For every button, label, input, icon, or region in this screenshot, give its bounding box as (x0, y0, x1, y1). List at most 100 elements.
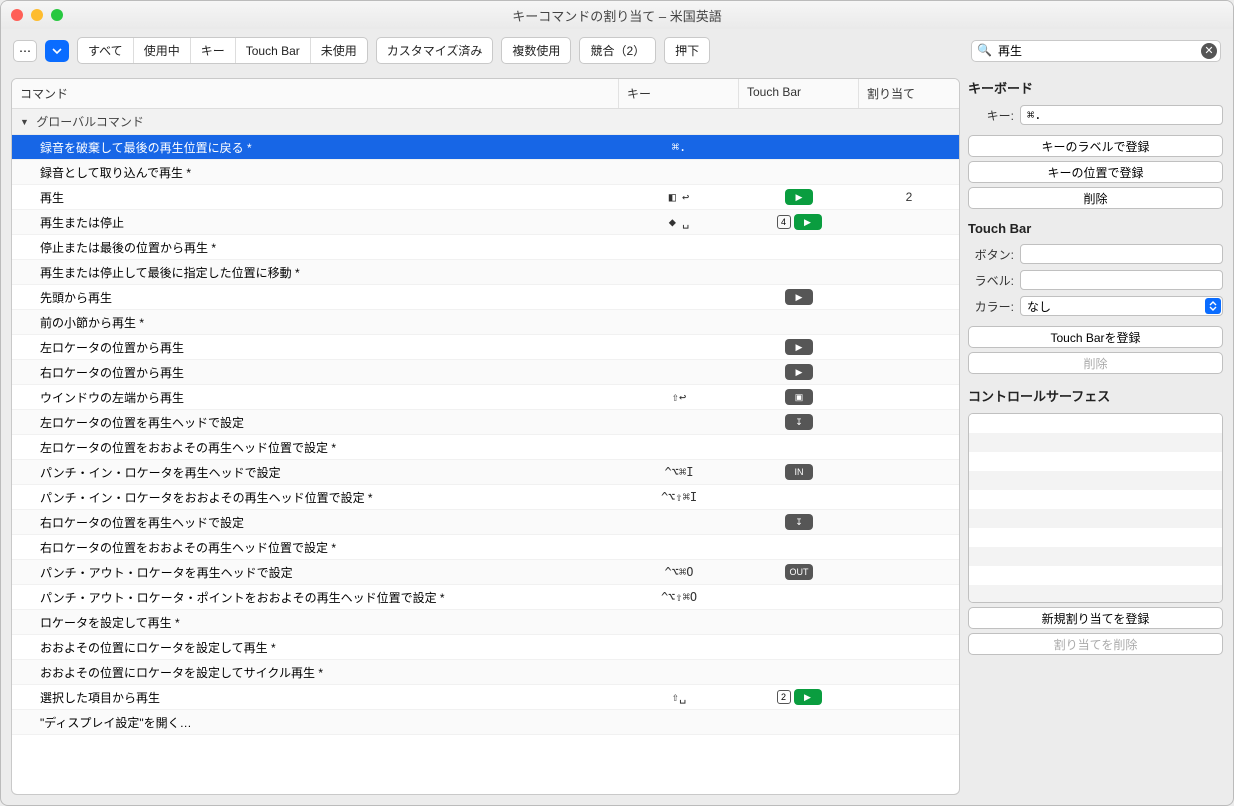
clear-search-icon[interactable]: ✕ (1201, 43, 1217, 59)
table-row[interactable]: 前の小節から再生 * (12, 310, 959, 335)
table-row[interactable]: 再生または停止して最後に指定した位置に移動 * (12, 260, 959, 285)
command-name: パンチ・イン・ロケータをおおよその再生ヘッド位置で設定 * (12, 489, 619, 506)
table-row[interactable]: パンチ・イン・ロケータをおおよその再生ヘッド位置で設定 *^⌥⇧⌘I (12, 485, 959, 510)
delete-key-button[interactable]: 削除 (968, 187, 1223, 209)
toolbar: ⋯ すべて 使用中 キー Touch Bar 未使用 カスタマイズ済み 複数使用… (1, 29, 1233, 72)
table-body[interactable]: ▼ グローバルコマンド 録音を破棄して最後の再生位置に戻る *⌘.録音として取り… (12, 109, 959, 794)
cs-list[interactable] (968, 413, 1223, 603)
table-row[interactable]: 右ロケータの位置を再生ヘッドで設定 ↧ (12, 510, 959, 535)
filter-touchbar[interactable]: Touch Bar (235, 38, 310, 63)
command-name: 右ロケータの位置をおおよその再生ヘッド位置で設定 * (12, 539, 619, 556)
key-input[interactable] (1020, 105, 1223, 125)
table-row[interactable]: 再生または停止◆␣4▶ (12, 210, 959, 235)
tb-label-input[interactable] (1020, 270, 1223, 290)
table-row[interactable]: 停止または最後の位置から再生 * (12, 235, 959, 260)
assignment-count: 2 (859, 190, 959, 204)
filter-unused[interactable]: 未使用 (310, 38, 367, 63)
filter-conflict[interactable]: 競合（2） (579, 37, 656, 64)
window: キーコマンドの割り当て – 米国英語 ⋯ すべて 使用中 キー Touch Ba… (0, 0, 1234, 806)
touchbar-cell: IN (739, 464, 859, 480)
command-name: 先頭から再生 (12, 289, 619, 306)
command-name: 選択した項目から再生 (12, 689, 619, 706)
command-name: 左ロケータの位置から再生 (12, 339, 619, 356)
table-row[interactable]: 右ロケータの位置から再生▶ (12, 360, 959, 385)
table-row[interactable]: おおよその位置にロケータを設定してサイクル再生 * (12, 660, 959, 685)
touchbar-icon: IN (785, 464, 813, 480)
table-row[interactable]: 録音を破棄して最後の再生位置に戻る *⌘. (12, 135, 959, 160)
minimize-icon[interactable] (31, 9, 43, 21)
table-row[interactable]: "ディスプレイ設定"を開く… (12, 710, 959, 735)
command-name: 左ロケータの位置をおおよその再生ヘッド位置で設定 * (12, 439, 619, 456)
inspector-sidebar: キーボード キー: キーのラベルで登録 キーの位置で登録 削除 Touch Ba… (968, 78, 1223, 795)
search-field: 🔍 ✕ (971, 40, 1221, 62)
touchbar-icon: ▶ (785, 339, 813, 355)
learn-touchbar-button[interactable]: Touch Barを登録 (968, 326, 1223, 348)
filter-all[interactable]: すべて (78, 38, 133, 63)
table-row[interactable]: 左ロケータの位置をおおよその再生ヘッド位置で設定 * (12, 435, 959, 460)
command-name: "ディスプレイ設定"を開く… (12, 714, 619, 731)
table-row[interactable]: 選択した項目から再生⇧␣2▶ (12, 685, 959, 710)
learn-by-label-button[interactable]: キーのラベルで登録 (968, 135, 1223, 157)
titlebar: キーコマンドの割り当て – 米国英語 (1, 1, 1233, 29)
actions-menu-button[interactable]: ⋯ (13, 40, 37, 62)
table-row[interactable]: 左ロケータの位置から再生 ▶ (12, 335, 959, 360)
command-name: 右ロケータの位置を再生ヘッドで設定 (12, 514, 619, 531)
table-row[interactable]: 録音として取り込んで再生 * (12, 160, 959, 185)
touchbar-cell: ↧ (739, 414, 859, 430)
tb-button-label: ボタン: (968, 246, 1014, 263)
window-title: キーコマンドの割り当て – 米国英語 (1, 6, 1233, 25)
tb-color-label: カラー: (968, 298, 1014, 315)
touchbar-cell: OUT (739, 564, 859, 580)
filter-customized[interactable]: カスタマイズ済み (376, 37, 494, 64)
filter-multiuse[interactable]: 複数使用 (501, 37, 571, 64)
touchbar-icon: ▶ (794, 214, 822, 230)
view-menu-button[interactable] (45, 40, 69, 62)
touchbar-cell: ↧ (739, 514, 859, 530)
command-name: ロケータを設定して再生 * (12, 614, 619, 631)
table-row[interactable]: パンチ・イン・ロケータを再生ヘッドで設定^⌥⌘IIN (12, 460, 959, 485)
touchbar-cell: ▶ (739, 339, 859, 355)
table-row[interactable]: 再生◧↩▶2 (12, 185, 959, 210)
tb-button-input[interactable] (1020, 244, 1223, 264)
table-row[interactable]: ウインドウの左端から再生⇧↩▣ (12, 385, 959, 410)
control-surface-panel: コントロールサーフェス 新規割り当てを登録 割り当てを削除 (968, 386, 1223, 655)
traffic-lights (11, 9, 63, 21)
commands-table: コマンド キー Touch Bar 割り当て ▼ グローバルコマンド 録音を破棄… (11, 78, 960, 795)
col-assignment[interactable]: 割り当て (859, 79, 959, 108)
search-icon: 🔍 (977, 43, 992, 57)
delete-touchbar-button[interactable]: 削除 (968, 352, 1223, 374)
table-row[interactable]: 先頭から再生▶ (12, 285, 959, 310)
key-shortcut: ⇧␣ (619, 690, 739, 704)
delete-assignment-button[interactable]: 割り当てを削除 (968, 633, 1223, 655)
table-row[interactable]: 右ロケータの位置をおおよその再生ヘッド位置で設定 * (12, 535, 959, 560)
search-input[interactable] (971, 40, 1221, 62)
table-row[interactable]: 左ロケータの位置を再生ヘッドで設定 ↧ (12, 410, 959, 435)
table-row[interactable]: パンチ・アウト・ロケータ・ポイントをおおよその再生ヘッド位置で設定 *^⌥⇧⌘O (12, 585, 959, 610)
command-name: 左ロケータの位置を再生ヘッドで設定 (12, 414, 619, 431)
col-touchbar[interactable]: Touch Bar (739, 79, 859, 108)
group-label: グローバルコマンド (36, 115, 144, 129)
command-name: パンチ・イン・ロケータを再生ヘッドで設定 (12, 464, 619, 481)
command-name: 録音を破棄して最後の再生位置に戻る * (12, 139, 619, 156)
filter-pressed[interactable]: 押下 (664, 37, 710, 64)
maximize-icon[interactable] (51, 9, 63, 21)
command-name: 再生 (12, 189, 619, 206)
touchbar-cell: 2▶ (739, 689, 859, 705)
col-key[interactable]: キー (619, 79, 739, 108)
table-row[interactable]: パンチ・アウト・ロケータを再生ヘッドで設定^⌥⌘OOUT (12, 560, 959, 585)
table-row[interactable]: ロケータを設定して再生 * (12, 610, 959, 635)
filter-key[interactable]: キー (190, 38, 235, 63)
tb-label-label: ラベル: (968, 272, 1014, 289)
close-icon[interactable] (11, 9, 23, 21)
group-header[interactable]: ▼ グローバルコマンド (12, 109, 959, 135)
command-name: ウインドウの左端から再生 (12, 389, 619, 406)
new-assignment-button[interactable]: 新規割り当てを登録 (968, 607, 1223, 629)
key-shortcut: ⌘. (619, 140, 739, 154)
touchbar-icon: ▶ (785, 364, 813, 380)
col-command[interactable]: コマンド (12, 79, 619, 108)
tb-color-select[interactable] (1020, 296, 1223, 316)
key-shortcut: ^⌥⇧⌘I (619, 490, 739, 504)
filter-used[interactable]: 使用中 (133, 38, 190, 63)
learn-by-position-button[interactable]: キーの位置で登録 (968, 161, 1223, 183)
table-row[interactable]: おおよその位置にロケータを設定して再生 * (12, 635, 959, 660)
